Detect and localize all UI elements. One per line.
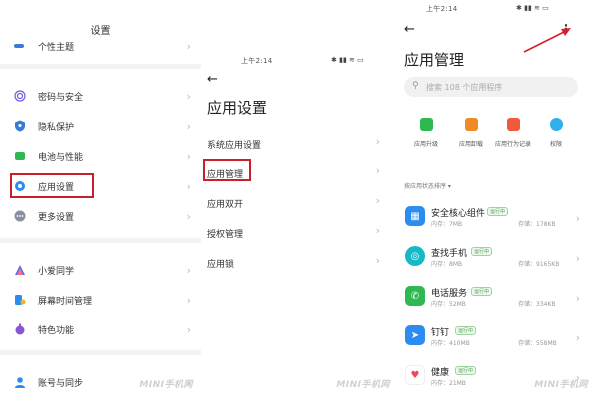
divider — [0, 350, 201, 355]
chevron-right-icon: › — [186, 39, 191, 53]
tool-permissions[interactable]: 权限 — [534, 118, 578, 154]
chevron-right-icon: › — [186, 179, 191, 193]
settings-item-more[interactable]: 更多设置 › — [0, 202, 201, 230]
watermark: MINI手机网 — [336, 380, 390, 390]
app-management-panel: 上午2:14 ✱ ▮▮ ≋ ▭ ← ⋮ 应用管理 ⚲ 搜索 108 个应用程序 … — [398, 0, 600, 394]
screen-time-icon — [14, 294, 26, 306]
tool-app-uninstall[interactable]: 应用卸载 — [449, 118, 493, 154]
signal-wifi-battery-icon: ✱ ▮▮ ≋ ▭ — [331, 56, 364, 64]
more-options-icon[interactable]: ⋮ — [560, 22, 572, 36]
signal-wifi-battery-icon: ✱ ▮▮ ≋ ▭ — [516, 4, 549, 12]
app-settings-panel: 上午2:14 ✱ ▮▮ ≋ ▭ ← 应用设置 系统应用设置 › 应用管理 › 应… — [201, 0, 398, 394]
divider — [0, 64, 201, 69]
chevron-right-icon: › — [186, 89, 191, 103]
chevron-down-icon: ▾ — [446, 183, 451, 190]
tool-behavior-log[interactable]: 应用行为记录 — [490, 118, 536, 154]
health-icon: ♥ — [405, 365, 425, 385]
more-dots-icon — [14, 210, 26, 222]
chevron-right-icon: › — [186, 149, 191, 163]
page-title: 应用设置 — [207, 99, 268, 117]
status-bar: 上午2:14 — [426, 4, 458, 14]
search-placeholder: 搜索 108 个应用程序 — [426, 83, 503, 92]
highlight-app-management — [203, 159, 251, 181]
chevron-right-icon: › — [186, 322, 191, 336]
chevron-right-icon: › — [575, 252, 580, 265]
settings-item-xiaoai[interactable]: 小爱同学 › — [0, 256, 201, 284]
list-item-permissions[interactable]: 授权管理 › — [201, 218, 398, 248]
privacy-shield-icon — [14, 120, 26, 132]
chevron-right-icon: › — [375, 135, 380, 148]
search-icon: ⚲ — [412, 81, 419, 91]
chevron-right-icon: › — [375, 164, 380, 177]
settings-item-features[interactable]: 特色功能 › — [0, 315, 201, 343]
status-badge: 运行中 — [471, 287, 493, 296]
status-time: 上午2:14 — [241, 57, 273, 65]
fingerprint-icon — [14, 90, 26, 102]
settings-item-battery[interactable]: 电池与性能 › — [0, 142, 201, 170]
chevron-right-icon: › — [375, 194, 380, 207]
upgrade-icon — [419, 118, 433, 131]
phone-service-icon: ✆ — [405, 286, 425, 306]
xiaoai-icon — [14, 264, 26, 276]
back-arrow-icon[interactable]: ← — [207, 72, 218, 87]
sort-dropdown[interactable]: 按应用状态排序 ▾ — [404, 181, 451, 190]
settings-panel: 设置 个性主题 › 密码与安全 › 隐私保护 › 电池与性能 › 应用设置 › — [0, 0, 201, 394]
list-item-dual-apps[interactable]: 应用双开 › — [201, 188, 398, 218]
watermark: MINI手机网 — [139, 380, 193, 390]
watermark: MINI手机网 — [534, 380, 588, 390]
app-list-item[interactable]: ▦ 安全核心组件 运行中 内存：7MB 存储：178KB › — [398, 203, 600, 240]
status-badge: 运行中 — [455, 366, 477, 375]
settings-item-screen-time[interactable]: 屏幕时间管理 › — [0, 286, 201, 314]
account-icon — [14, 376, 26, 388]
search-input[interactable]: ⚲ 搜索 108 个应用程序 — [404, 77, 578, 97]
chevron-right-icon: › — [575, 292, 580, 305]
find-phone-icon: ◎ — [405, 246, 425, 266]
app-list-item[interactable]: ➤ 钉钉 运行中 内存：410MB 存储：558MB › — [398, 322, 600, 359]
status-badge: 运行中 — [487, 207, 509, 216]
dingtalk-icon: ➤ — [405, 325, 425, 345]
page-title: 应用管理 — [404, 51, 465, 69]
status-bar: 上午2:14 — [241, 56, 273, 66]
status-time: 上午2:14 — [426, 5, 458, 13]
app-list-item[interactable]: ✆ 电话服务 运行中 内存：52MB 存储：334KB › — [398, 283, 600, 320]
chevron-right-icon: › — [186, 263, 191, 277]
app-list-item[interactable]: ◎ 查找手机 运行中 内存：8MB 存储：9165KB › — [398, 243, 600, 280]
chevron-right-icon: › — [186, 293, 191, 307]
chevron-right-icon: › — [375, 224, 380, 237]
behavior-log-icon — [506, 118, 520, 131]
chevron-right-icon: › — [375, 254, 380, 267]
status-badge: 运行中 — [471, 247, 493, 256]
security-core-icon: ▦ — [405, 206, 425, 226]
back-arrow-icon[interactable]: ← — [404, 22, 415, 37]
settings-item-privacy[interactable]: 隐私保护 › — [0, 112, 201, 140]
chevron-right-icon: › — [575, 331, 580, 344]
status-badge: 运行中 — [455, 326, 477, 335]
list-item-system-app-settings[interactable]: 系统应用设置 › — [201, 129, 398, 159]
uninstall-icon — [464, 118, 478, 131]
highlight-app-settings — [10, 173, 94, 198]
chevron-right-icon: › — [186, 119, 191, 133]
feature-icon — [14, 323, 26, 335]
divider — [0, 238, 201, 243]
tool-app-upgrade[interactable]: 应用升级 — [404, 118, 448, 154]
settings-item-password-security[interactable]: 密码与安全 › — [0, 82, 201, 110]
battery-icon — [14, 150, 26, 162]
list-item-app-lock[interactable]: 应用锁 › — [201, 248, 398, 278]
permission-icon — [549, 118, 563, 131]
settings-item-theme[interactable]: 个性主题 › — [0, 32, 201, 60]
theme-icon — [14, 44, 24, 48]
chevron-right-icon: › — [575, 212, 580, 225]
chevron-right-icon: › — [186, 209, 191, 223]
